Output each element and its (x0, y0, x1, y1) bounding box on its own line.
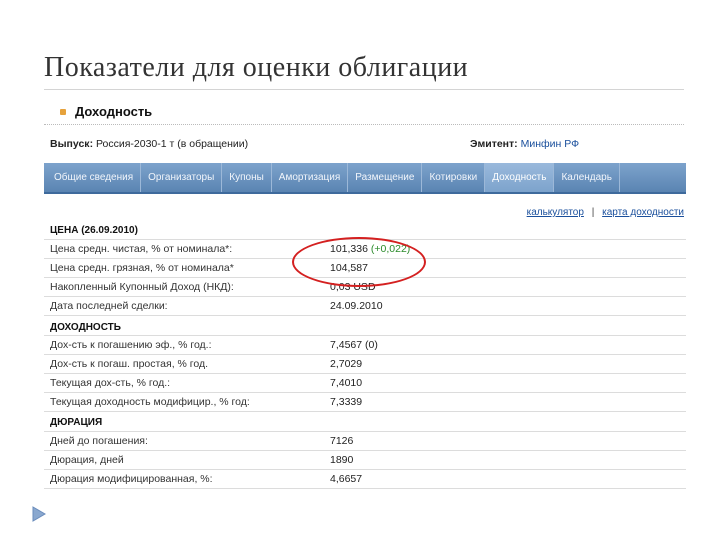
table-row: Дюрация модифицированная, %: 4,6657 (44, 469, 686, 490)
table-row: Дюрация, дней 1890 (44, 450, 686, 470)
issuer-link[interactable]: Минфин РФ (521, 138, 580, 150)
section-title: ЦЕНА (26.09.2010) (44, 220, 686, 240)
row-label: Текущая доходность модифицир., % год: (44, 392, 324, 413)
tab-coupons[interactable]: Купоны (222, 163, 272, 192)
tool-links: калькулятор | карта доходности (527, 207, 684, 218)
tab-placement[interactable]: Размещение (348, 163, 423, 192)
tab-yield[interactable]: Доходность (485, 163, 555, 192)
next-slide-arrow-icon[interactable] (32, 506, 46, 522)
issuer-info: Эмитент: Минфин РФ (470, 138, 579, 150)
issue-label: Выпуск: (50, 138, 94, 150)
bond-data-table: ЦЕНА (26.09.2010) Цена средн. чистая, % … (44, 220, 686, 490)
row-value: 4,6657 (324, 469, 686, 490)
section-title: ДОХОДНОСТЬ (44, 315, 686, 336)
section-header-yield: ДОХОДНОСТЬ (44, 315, 686, 336)
row-value: 7,4010 (324, 373, 686, 394)
row-value: 7126 (324, 431, 686, 451)
row-value: 0,03 USD (324, 277, 686, 298)
price-change: (+0,022) (370, 242, 411, 255)
row-value: 7,3339 (324, 392, 686, 413)
tab-general[interactable]: Общие сведения (44, 163, 142, 192)
section-header-price: ЦЕНА (26.09.2010) (44, 220, 686, 240)
table-row: Текущая дох-сть, % год.: 7,4010 (44, 373, 686, 394)
row-label: Дох-сть к погашению эф., % год.: (44, 335, 324, 355)
ytm-change: (0) (365, 338, 378, 351)
issuer-label: Эмитент: (470, 138, 518, 150)
row-value: 101,336 (+0,022) (324, 239, 686, 259)
table-row: Цена средн. чистая, % от номинала*: 101,… (44, 239, 686, 259)
link-separator: | (591, 207, 595, 218)
row-label: Дюрация, дней (44, 450, 324, 470)
row-value: 7,4567 (0) (324, 335, 686, 355)
bullet-divider (44, 124, 684, 125)
tab-amortization[interactable]: Амортизация (272, 163, 349, 192)
clean-price-value: 101,336 (330, 242, 368, 255)
ytm-value: 7,4567 (330, 338, 363, 351)
bullet-item: Доходность (60, 104, 152, 119)
title-divider (44, 89, 684, 90)
row-label: Дюрация модифицированная, %: (44, 469, 324, 490)
row-label: Накопленный Купонный Доход (НКД): (44, 277, 324, 298)
calculator-link[interactable]: калькулятор (527, 207, 584, 218)
slide-title: Показатели для оценки облигации (44, 52, 469, 83)
table-row: Дох-сть к погаш. простая, % год. 2,7029 (44, 354, 686, 375)
row-label: Дней до погашения: (44, 431, 324, 451)
bullet-label: Доходность (75, 104, 153, 119)
issue-info: Выпуск: Россия-2030-1 т (в обращении) (50, 138, 248, 150)
row-label: Дох-сть к погаш. простая, % год. (44, 354, 324, 375)
tab-quotes[interactable]: Котировки (422, 163, 486, 192)
table-row: Накопленный Купонный Доход (НКД): 0,03 U… (44, 277, 686, 298)
section-title: ДЮРАЦИЯ (44, 411, 686, 432)
table-row: Дата последней сделки: 24.09.2010 (44, 296, 686, 317)
row-value: 2,7029 (324, 354, 686, 375)
table-row: Текущая доходность модифицир., % год: 7,… (44, 392, 686, 413)
tab-organizers[interactable]: Организаторы (141, 163, 223, 192)
row-label: Текущая дох-сть, % год.: (44, 373, 324, 394)
row-value: 104,587 (324, 258, 686, 279)
bullet-square-icon (60, 108, 66, 115)
table-row: Цена средн. грязная, % от номинала* 104,… (44, 258, 686, 279)
row-value: 1890 (324, 450, 686, 470)
tab-calendar[interactable]: Календарь (554, 163, 620, 192)
table-row: Дней до погашения: 7126 (44, 431, 686, 451)
tab-bar: Общие сведения Организаторы Купоны Аморт… (44, 163, 686, 194)
row-label: Цена средн. грязная, % от номинала* (44, 258, 324, 279)
table-row: Дох-сть к погашению эф., % год.: 7,4567 … (44, 335, 686, 355)
row-label: Цена средн. чистая, % от номинала*: (44, 239, 324, 259)
yield-map-link[interactable]: карта доходности (602, 207, 684, 218)
issue-value: Россия-2030-1 т (в обращении) (95, 138, 249, 150)
section-header-duration: ДЮРАЦИЯ (44, 411, 686, 432)
row-label: Дата последней сделки: (44, 296, 324, 317)
row-value: 24.09.2010 (324, 296, 686, 317)
